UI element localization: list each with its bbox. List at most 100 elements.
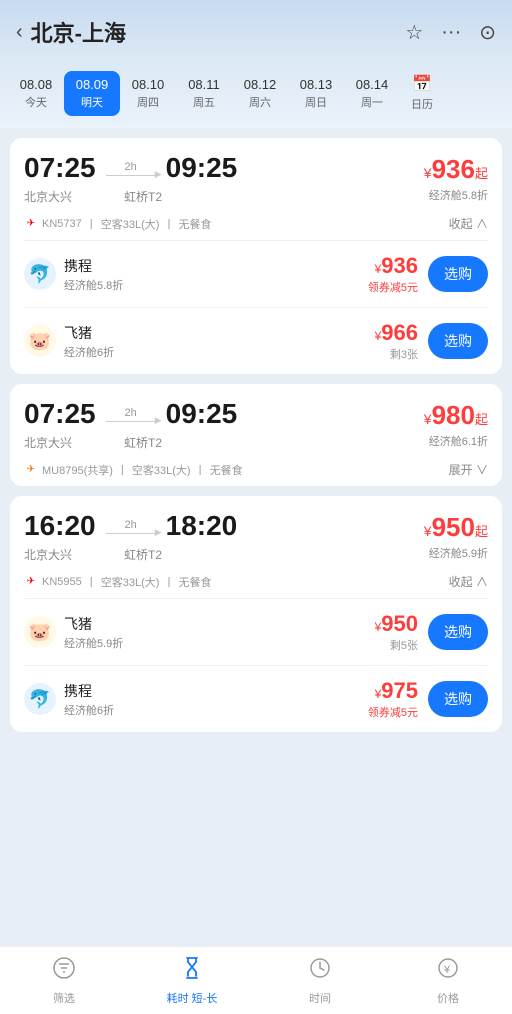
date-item[interactable]: 08.12 周六 (232, 71, 288, 116)
flight-right: ¥980起 经济舱6.1折 (424, 400, 488, 449)
provider-logo: 🐬 (24, 683, 56, 715)
provider-row: 🐬 携程 经济舱6折 ¥975 领券减5元 选购 (10, 666, 502, 732)
airline-logo-icon: ✈ (24, 575, 38, 589)
nav-item-filter[interactable]: 筛选 (29, 956, 99, 1006)
plane-type: 空客33L(大) (101, 574, 160, 590)
star-icon[interactable]: ☆ (405, 20, 423, 45)
arrive-airport: 虹桥T2 (124, 546, 162, 563)
provider-logo: 🐷 (24, 616, 56, 648)
filter-icon (52, 956, 76, 980)
date-item[interactable]: 08.11 周五 (176, 71, 232, 116)
filter-nav-icon (52, 956, 76, 986)
provider-info: 携程 经济舱6折 (64, 681, 114, 718)
back-icon[interactable]: ‹ (16, 21, 23, 44)
meal-info: 无餐食 (178, 216, 211, 232)
provider-logo: 🐬 (24, 258, 56, 290)
date-item[interactable]: 08.09 明天 (64, 71, 120, 116)
provider-row: 🐷 飞猪 经济舱6折 ¥966 剩3张 选购 (10, 308, 502, 374)
date-num: 08.14 (356, 77, 389, 92)
buy-button[interactable]: 选购 (428, 323, 488, 359)
buy-button[interactable]: 选购 (428, 256, 488, 292)
depart-airport: 北京大兴 (24, 546, 72, 563)
price-discount: 经济舱5.8折 (424, 187, 488, 203)
time-nav-label: 时间 (309, 990, 331, 1006)
plane-type: 空客33L(大) (132, 462, 191, 478)
provider-discount: 经济舱6折 (64, 344, 114, 360)
toggle-button[interactable]: 收起 ∧ (449, 215, 488, 232)
svg-text:¥: ¥ (443, 964, 451, 976)
provider-price: ¥950 (375, 611, 418, 637)
bottom-nav: 筛选 耗时 短-长 时间 ¥ 价格 (0, 946, 512, 1014)
provider-price: ¥966 (375, 320, 418, 346)
provider-right: ¥975 领券减5元 选购 (368, 678, 488, 720)
flight-left: 07:25 2h 09:25 北京大兴 虹桥T2 (24, 398, 237, 451)
date-num: 08.12 (244, 77, 277, 92)
calendar-label: 日历 (411, 96, 433, 112)
provider-right: ¥936 领券减5元 选购 (368, 253, 488, 295)
depart-time: 16:20 (24, 510, 96, 542)
date-num: 08.11 (188, 77, 220, 92)
flight-price: ¥936起 (424, 154, 488, 185)
toggle-button[interactable]: 收起 ∧ (449, 573, 488, 590)
provider-name: 携程 (64, 681, 114, 701)
flight-main: 07:25 2h 09:25 北京大兴 虹桥T2 ¥936起 经济舱5.8折 (10, 138, 502, 215)
price-discount: 经济舱5.9折 (424, 545, 488, 561)
flight-time-row: 16:20 2h 18:20 (24, 510, 237, 542)
price-amount: 980 (432, 400, 475, 430)
hourglass-icon (180, 956, 204, 980)
date-week: 明天 (81, 94, 103, 110)
flight-info-left: ✈ MU8795(共享) 丨 空客33L(大) 丨 无餐食 (24, 462, 243, 478)
nav-item-price[interactable]: ¥ 价格 (413, 956, 483, 1006)
provider-right: ¥950 剩5张 选购 (375, 611, 488, 653)
target-icon[interactable]: ⊙ (479, 20, 496, 45)
nav-item-time[interactable]: 时间 (285, 956, 355, 1006)
flight-left: 07:25 2h 09:25 北京大兴 虹桥T2 (24, 152, 237, 205)
provider-info: 飞猪 经济舱6折 (64, 323, 114, 360)
nav-item-duration[interactable]: 耗时 短-长 (157, 956, 227, 1006)
duration-label: 2h (125, 407, 137, 419)
date-week: 周日 (305, 94, 327, 110)
duration-nav-icon (180, 956, 204, 986)
provider-info: 飞猪 经济舱5.9折 (64, 614, 123, 651)
date-num: 08.10 (132, 77, 165, 92)
flight-info-row: ✈ KN5955 丨 空客33L(大) 丨 无餐食 收起 ∧ (10, 573, 502, 598)
provider-discount: 经济舱6折 (64, 702, 114, 718)
flight-left: 16:20 2h 18:20 北京大兴 虹桥T2 (24, 510, 237, 563)
price-discount: 经济舱6.1折 (424, 433, 488, 449)
calendar-icon: 📅 (412, 74, 432, 94)
price-nav-icon: ¥ (436, 956, 460, 986)
provider-price-block: ¥975 领券减5元 (368, 678, 418, 720)
toggle-button[interactable]: 展开 ∨ (449, 461, 488, 478)
flight-right: ¥936起 经济舱5.8折 (424, 154, 488, 203)
arrive-airport: 虹桥T2 (124, 188, 162, 205)
calendar-button[interactable]: 📅 日历 (400, 68, 444, 118)
flight-price: ¥980起 (424, 400, 488, 431)
arrive-time: 18:20 (166, 510, 238, 542)
flight-duration: 2h (106, 161, 156, 176)
flight-right: ¥950起 经济舱5.9折 (424, 512, 488, 561)
airline-logo-icon: ✈ (24, 463, 38, 477)
flight-number: MU8795(共享) (42, 462, 113, 478)
clock-icon (308, 956, 332, 980)
flight-duration: 2h (106, 519, 156, 534)
provider-info: 携程 经济舱5.8折 (64, 256, 123, 293)
more-icon[interactable]: ··· (441, 21, 461, 44)
date-item[interactable]: 08.08 今天 (8, 71, 64, 116)
provider-price-block: ¥936 领券减5元 (368, 253, 418, 295)
price-icon: ¥ (436, 956, 460, 980)
provider-left: 🐬 携程 经济舱5.8折 (24, 256, 123, 293)
flight-time-row: 07:25 2h 09:25 (24, 152, 237, 184)
duration-label: 2h (125, 161, 137, 173)
provider-left: 🐷 飞猪 经济舱5.9折 (24, 614, 123, 651)
buy-button[interactable]: 选购 (428, 614, 488, 650)
date-item[interactable]: 08.14 周一 (344, 71, 400, 116)
date-item[interactable]: 08.13 周日 (288, 71, 344, 116)
arrive-time: 09:25 (166, 398, 238, 430)
buy-button[interactable]: 选购 (428, 681, 488, 717)
depart-time: 07:25 (24, 398, 96, 430)
page-title: 北京-上海 (31, 16, 126, 48)
date-item[interactable]: 08.10 周四 (120, 71, 176, 116)
date-num: 08.08 (20, 77, 53, 92)
provider-sub: 领券减5元 (368, 704, 418, 720)
provider-price: ¥936 (368, 253, 418, 279)
